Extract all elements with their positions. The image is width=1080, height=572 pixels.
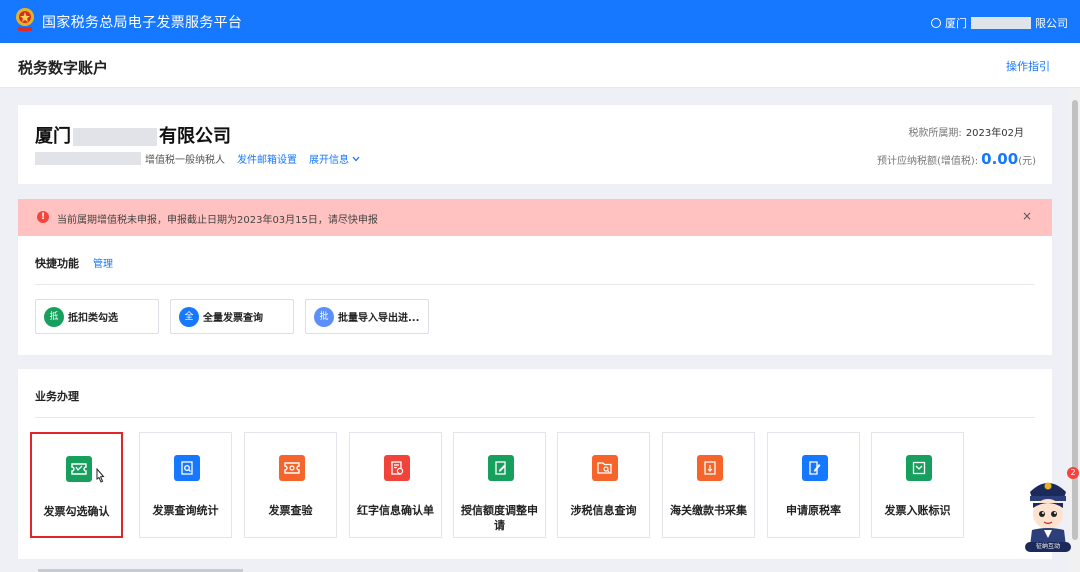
customs-icon xyxy=(697,455,723,481)
divider xyxy=(35,417,1035,418)
ticket-check-icon xyxy=(279,455,305,481)
inbox-icon xyxy=(906,455,932,481)
tile-label: 发票查验 xyxy=(268,504,313,517)
tile-label: 发票入账标识 xyxy=(884,504,951,517)
divider xyxy=(35,284,1035,285)
chevron-down-icon xyxy=(352,156,360,161)
tile-label: 涉税信息查询 xyxy=(570,504,637,517)
page-header: 税务数字账户 操作指引 xyxy=(0,43,1080,88)
platform-title: 国家税务总局电子发票服务平台 xyxy=(42,15,243,31)
doc-search-icon xyxy=(174,455,200,481)
expand-info-label: 展开信息 xyxy=(309,155,349,166)
alert-message: 当前属期增值税未申报，申报截止日期为2023年03月15日，请尽快申报 xyxy=(57,215,378,226)
quick-item-deduction-select[interactable]: 抵 抵扣类勾选 xyxy=(35,299,159,334)
company-name-suffix: 有限公司 xyxy=(159,126,231,147)
tile-label: 海关缴款书采集 xyxy=(670,504,747,517)
business-title: 业务办理 xyxy=(35,390,79,403)
tile-invoice-entry-mark[interactable]: 发票入账标识 xyxy=(871,432,964,538)
tile-invoice-verify[interactable]: 发票查验 xyxy=(244,432,337,538)
tile-original-tax-rate[interactable]: 申请原税率 xyxy=(767,432,860,538)
quick-item-badge: 批 xyxy=(314,306,334,327)
quick-item-badge: 抵 xyxy=(44,306,64,327)
ticket-icon xyxy=(66,456,92,482)
tile-label: 红字信息确认单 xyxy=(357,504,434,517)
taxpayer-type: 增值税一般纳税人 xyxy=(145,155,225,166)
quick-functions-card: 快捷功能 管理 抵 抵扣类勾选 全 全量发票查询 批 批量导入导出进... xyxy=(18,236,1052,355)
assistant-widget[interactable]: 征纳互动 xyxy=(1020,470,1076,554)
pen-doc-icon xyxy=(802,455,828,481)
user-name-suffix: 限公司 xyxy=(1035,17,1068,30)
company-card: 厦门 有限公司 增值税一般纳税人 发件邮箱设置 展开信息 税款所属期: 2023年0… xyxy=(18,105,1052,184)
manage-link[interactable]: 管理 xyxy=(93,255,113,270)
tile-credit-adjust[interactable]: 授信额度调整申请 xyxy=(453,432,546,538)
assistant-caption: 征纳互动 xyxy=(1035,543,1060,550)
quick-item-label: 批量导入导出进... xyxy=(338,313,420,324)
operation-guide-link[interactable]: 操作指引 xyxy=(1006,58,1050,74)
tax-period-label: 税款所属期: xyxy=(908,128,962,139)
estimated-tax-label: 预计应纳税额(增值税): xyxy=(877,156,979,167)
tile-invoice-query-stats[interactable]: 发票查询统计 xyxy=(139,432,232,538)
estimated-tax-unit: (元) xyxy=(1018,156,1036,167)
tile-label: 授信额度调整申请 xyxy=(461,504,538,532)
close-icon[interactable]: × xyxy=(1022,209,1032,223)
tile-label: 发票查询统计 xyxy=(152,504,219,517)
tile-label: 申请原税率 xyxy=(786,504,841,517)
cursor-icon xyxy=(96,468,105,483)
tile-red-letter-confirm[interactable]: 红字信息确认单 xyxy=(349,432,442,538)
quick-item-badge: 全 xyxy=(179,306,199,327)
edit-doc-icon xyxy=(488,455,514,481)
tile-invoice-select-confirm[interactable]: 发票勾选确认 xyxy=(30,432,123,538)
page-title: 税务数字账户 xyxy=(18,59,109,77)
redacted-block xyxy=(73,128,157,146)
tile-label: 发票勾选确认 xyxy=(43,505,110,518)
tax-period-value: 2023年02月 xyxy=(965,128,1024,139)
quick-functions-title: 快捷功能 xyxy=(35,257,79,270)
tile-tax-info-query[interactable]: 涉税信息查询 xyxy=(557,432,650,538)
quick-item-batch-import-export[interactable]: 批 批量导入导出进... xyxy=(305,299,429,334)
business-card: 业务办理 发票勾选确认 发票查询统计 发票查验 红字信息确认单 授信额度调整申请 xyxy=(18,369,1052,559)
folder-search-icon xyxy=(592,455,618,481)
user-menu[interactable]: 厦门 限公司 xyxy=(931,15,1068,31)
estimated-tax-value: 0.00 xyxy=(981,150,1019,168)
company-meta: 增值税一般纳税人 发件邮箱设置 展开信息 xyxy=(35,151,360,166)
user-name-prefix: 厦门 xyxy=(945,17,967,30)
quick-item-label: 全量发票查询 xyxy=(203,313,263,324)
tax-emblem-icon xyxy=(16,8,34,31)
tax-period: 税款所属期: 2023年02月 xyxy=(908,124,1024,139)
warning-icon: ! xyxy=(37,211,49,223)
top-bar: 国家税务总局电子发票服务平台 厦门 限公司 xyxy=(0,0,1080,43)
tile-customs-payment[interactable]: 海关缴款书采集 xyxy=(662,432,755,538)
notification-badge: 2 xyxy=(1067,467,1079,479)
red-doc-icon xyxy=(384,455,410,481)
user-icon xyxy=(931,18,941,28)
quick-item-label: 抵扣类勾选 xyxy=(68,313,118,324)
company-name-prefix: 厦门 xyxy=(35,126,71,147)
declaration-alert: ! 当前属期增值税未申报，申报截止日期为2023年03月15日，请尽快申报 × xyxy=(18,199,1052,236)
estimated-tax: 预计应纳税额(增值税): 0.00 (元) xyxy=(877,150,1036,168)
email-settings-link[interactable]: 发件邮箱设置 xyxy=(237,151,297,166)
redacted-block xyxy=(971,17,1031,29)
redacted-block xyxy=(35,152,141,165)
expand-info-link[interactable]: 展开信息 xyxy=(309,151,360,166)
quick-item-full-invoice-query[interactable]: 全 全量发票查询 xyxy=(170,299,294,334)
company-name: 厦门 有限公司 xyxy=(35,122,231,148)
